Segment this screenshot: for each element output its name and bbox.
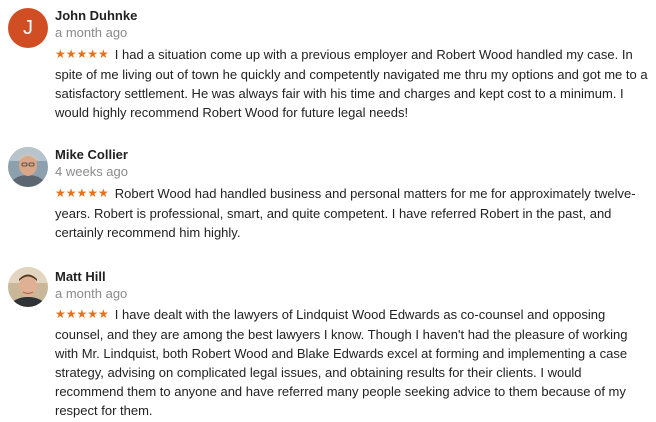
review-body: ★★★★★ I have dealt with the lawyers of Li… <box>55 305 653 420</box>
person-photo-icon <box>8 147 48 187</box>
avatar[interactable]: J <box>8 8 48 48</box>
reviewer-name[interactable]: Matt Hill <box>55 269 106 284</box>
avatar[interactable] <box>8 267 48 307</box>
star-rating: ★★★★★ <box>55 47 109 61</box>
avatar[interactable] <box>8 147 48 187</box>
review-body: ★★★★★ I had a situation come up with a pr… <box>55 45 653 122</box>
review-text: Robert Wood had handled business and per… <box>55 186 636 240</box>
review-text: I have dealt with the lawyers of Lindqui… <box>55 307 628 418</box>
avatar-initial: J <box>23 17 33 39</box>
star-rating: ★★★★★ <box>55 307 109 321</box>
review-date: 4 weeks ago <box>55 164 128 179</box>
review-date: a month ago <box>55 25 128 40</box>
person-photo-icon <box>8 267 48 307</box>
reviewer-name[interactable]: Mike Collier <box>55 147 128 162</box>
star-rating: ★★★★★ <box>55 186 109 200</box>
reviewer-name[interactable]: John Duhnke <box>55 8 137 23</box>
review-body: ★★★★★ Robert Wood had handled business an… <box>55 184 653 242</box>
review-date: a month ago <box>55 286 128 301</box>
review-text: I had a situation come up with a previou… <box>55 47 648 120</box>
